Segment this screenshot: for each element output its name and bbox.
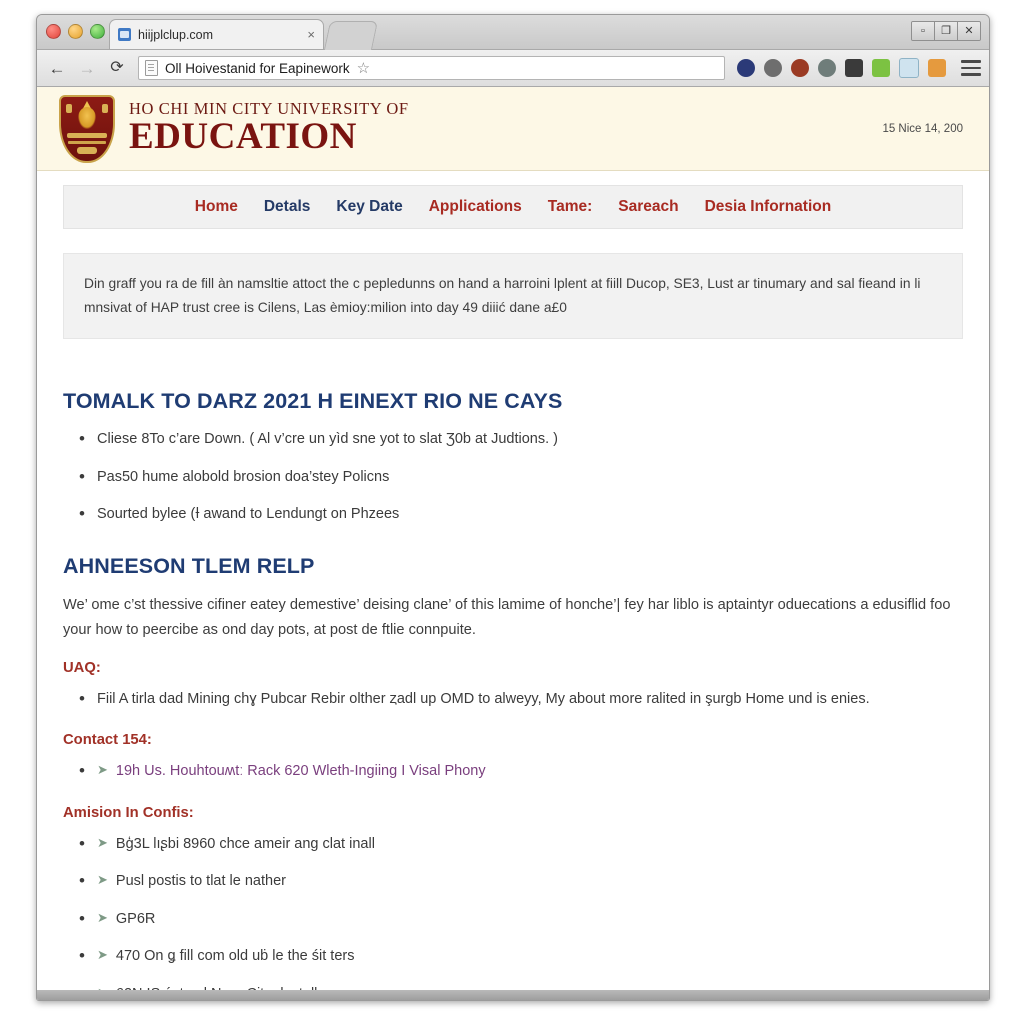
nav-item-desia-information[interactable]: Desia Infornation	[705, 198, 832, 216]
section-heading-2: AHNEESON TLEM RELP	[63, 553, 315, 578]
list-item: Sourted bylee (Ɨ awand to Lendungt on Ph…	[79, 502, 963, 527]
minimize-window-button[interactable]	[68, 24, 83, 39]
close-window-button[interactable]	[46, 24, 61, 39]
bag-icon[interactable]	[872, 59, 890, 77]
list-item: ➤ GP6R	[79, 907, 963, 932]
list-item: ➤ Pusl postis to tlat le nather	[79, 869, 963, 894]
nav-item-applications[interactable]: Applications	[429, 198, 522, 216]
header-date: 15 Nice 14, 200	[882, 122, 963, 135]
browser-toolbar: ← → ⟳ Oll Hoivestanid for Eapinework ☆	[37, 50, 989, 87]
page-info-icon	[145, 60, 158, 76]
admission-item-text: Pusl postis to tlat le nather	[115, 873, 286, 890]
admission-label: Amision In Confis:	[63, 804, 194, 821]
arrow-bullet-icon: ➤	[97, 834, 108, 850]
arrow-bullet-icon: ➤	[97, 909, 108, 925]
window-controls: ▫ ❐ ✕	[911, 21, 981, 41]
reload-icon[interactable]: ⟳	[105, 56, 129, 80]
browser-tab[interactable]: hiijplclup.com ×	[109, 19, 324, 49]
section-heading-1: TOMALK TO DARZ 2021 H EINEXT RIO NE CAYS	[63, 389, 563, 414]
address-bar[interactable]: Oll Hoivestanid for Eapinework ☆	[138, 56, 725, 80]
site-header: HO CHI MIN CITY UNIVERSITY OF EDUCATION …	[37, 87, 989, 171]
admission-list: ➤ Bģ3L lıʂbi 8960 chce ameir ang clat ina…	[63, 832, 963, 1000]
arrow-bullet-icon: ➤	[97, 872, 108, 888]
close-tab-icon[interactable]: ×	[301, 27, 315, 42]
minimize-button[interactable]: ▫	[912, 22, 935, 40]
list-item: Pas50 hume alobold brosion doa’stey Poli…	[79, 465, 963, 490]
nav-item-details[interactable]: Detals	[264, 198, 311, 216]
admission-item-text: Bģ3L lıʂbi 8960 chce ameir ang clat inal…	[115, 835, 375, 852]
hamburger-menu-icon[interactable]	[961, 60, 981, 76]
briefcase-icon[interactable]	[845, 59, 863, 77]
back-icon[interactable]: ←	[45, 56, 69, 80]
tab-title: hiijplclup.com	[138, 27, 214, 42]
avatar-icon[interactable]	[791, 59, 809, 77]
zoom-window-button[interactable]	[90, 24, 105, 39]
contact-link[interactable]: 19h Us. Houhtouʍtː Rack 620 Wleth-Ingiin…	[116, 763, 486, 779]
window-traffic-lights	[46, 24, 105, 39]
contact-list: ➤ 19h Us. Houhtouʍtː Rack 620 Wleth-Ingii…	[63, 759, 963, 784]
home-shield-icon[interactable]	[818, 59, 836, 77]
contact-label: Contact 154:	[63, 732, 152, 749]
extension-icons	[734, 58, 981, 78]
help-icon[interactable]	[928, 59, 946, 77]
restore-button[interactable]: ❐	[935, 22, 958, 40]
university-crest-icon	[59, 94, 115, 163]
list-item: ➤ 470 On ǥ fill com old uḃ le the śit ter…	[79, 944, 963, 969]
speaker-icon[interactable]	[764, 59, 782, 77]
faq-list: Fiil A tirla dad Mining chɣ Pubcar Rebir…	[63, 687, 963, 712]
forward-icon[interactable]: →	[75, 56, 99, 80]
main-navigation: Home Detals Key Date Applications Tame: …	[63, 185, 963, 229]
page-viewport: HO CHI MIN CITY UNIVERSITY OF EDUCATION …	[37, 87, 989, 1000]
arrow-bullet-icon: ➤	[97, 947, 108, 963]
favicon-icon	[118, 28, 131, 41]
window-bottom-edge	[37, 990, 989, 1000]
browser-window: hiijplclup.com × ▫ ❐ ✕ ← → ⟳ Oll Hoivest…	[36, 14, 990, 1001]
clipboard-icon[interactable]	[899, 58, 919, 78]
list-item: Fiil A tirla dad Mining chɣ Pubcar Rebir…	[79, 687, 963, 712]
close-button[interactable]: ✕	[958, 22, 980, 40]
site-wordmark: HO CHI MIN CITY UNIVERSITY OF EDUCATION	[129, 99, 409, 158]
nav-item-key-date[interactable]: Key Date	[336, 198, 402, 216]
browser-tab-strip: hiijplclup.com × ▫ ❐ ✕	[37, 15, 989, 50]
section-2-paragraph: We’ ome c’st thessive cifiner eatey deme…	[63, 596, 951, 639]
nav-item-search[interactable]: Sareach	[618, 198, 678, 216]
admission-item-text: 470 On ǥ fill com old uḃ le the śit ters	[115, 948, 355, 965]
admission-item-text: GP6R	[115, 910, 156, 927]
desktop-background: hiijplclup.com × ▫ ❐ ✕ ← → ⟳ Oll Hoivest…	[0, 0, 1024, 1024]
bookmark-star-icon[interactable]: ☆	[357, 59, 370, 77]
lock-badge-icon[interactable]	[737, 59, 755, 77]
nav-item-tame[interactable]: Tame:	[548, 198, 593, 216]
list-item: Cliese 8To c’are Down. ( Al v’cre un yìd…	[79, 427, 963, 452]
section-1-list: Cliese 8To c’are Down. ( Al v’cre un yìd…	[63, 427, 963, 527]
new-tab-button[interactable]	[323, 21, 379, 50]
intro-banner: Din graff you ra de fill àn namsltie att…	[63, 253, 963, 340]
brand-line-2: EDUCATION	[129, 116, 357, 158]
url-text: Oll Hoivestanid for Eapinework	[165, 60, 350, 76]
nav-wrapper: Home Detals Key Date Applications Tame: …	[37, 171, 989, 229]
arrow-bullet-icon: ➤	[97, 762, 108, 778]
page-content: TOMALK TO DARZ 2021 H EINEXT RIO NE CAYS…	[37, 339, 989, 1000]
list-item: ➤ Bģ3L lıʂbi 8960 chce ameir ang clat ina…	[79, 832, 963, 857]
faq-label: UAQ:	[63, 659, 101, 676]
nav-item-home[interactable]: Home	[195, 198, 238, 216]
list-item[interactable]: ➤ 19h Us. Houhtouʍtː Rack 620 Wleth-Ingii…	[79, 759, 963, 784]
